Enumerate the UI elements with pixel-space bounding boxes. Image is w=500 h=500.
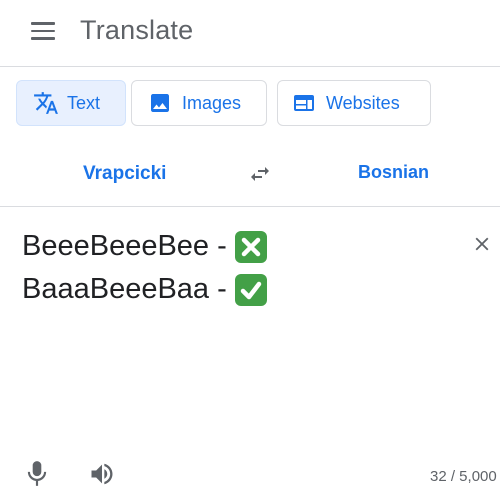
close-icon[interactable]: [471, 233, 493, 255]
images-mode-tab[interactable]: Images: [131, 80, 267, 126]
input-line: BeeeBeeeBee -: [22, 225, 442, 268]
check-mark-icon: [234, 273, 267, 306]
microphone-icon[interactable]: [26, 460, 48, 488]
source-language-button[interactable]: Vrapcicki: [83, 163, 166, 185]
websites-mode-label: Websites: [326, 92, 400, 113]
input-line: BaaaBeeeBaa -: [22, 268, 442, 311]
translate-icon: [34, 92, 58, 114]
source-text-input[interactable]: BeeeBeeeBee - BaaaBeeeBaa -: [22, 225, 442, 311]
section-divider: [0, 206, 500, 207]
speaker-icon[interactable]: [88, 460, 116, 488]
web-icon: [294, 95, 314, 111]
character-count: 32 / 5,000: [430, 468, 497, 485]
websites-mode-tab[interactable]: Websites: [277, 80, 431, 126]
image-icon: [151, 94, 169, 112]
cross-mark-icon: [234, 230, 267, 263]
text-mode-label: Text: [67, 92, 101, 113]
app-header: Translate: [0, 0, 500, 67]
hamburger-menu-icon[interactable]: [31, 22, 55, 40]
input-line-text: BeeeBeeeBee -: [22, 230, 227, 262]
images-mode-label: Images: [182, 92, 242, 113]
app-title: Translate: [80, 15, 194, 45]
target-language-button[interactable]: Bosnian: [358, 162, 429, 183]
swap-arrows-icon[interactable]: [246, 162, 274, 186]
text-mode-tab[interactable]: Text: [16, 80, 126, 126]
input-line-text: BaaaBeeeBaa -: [22, 273, 227, 305]
